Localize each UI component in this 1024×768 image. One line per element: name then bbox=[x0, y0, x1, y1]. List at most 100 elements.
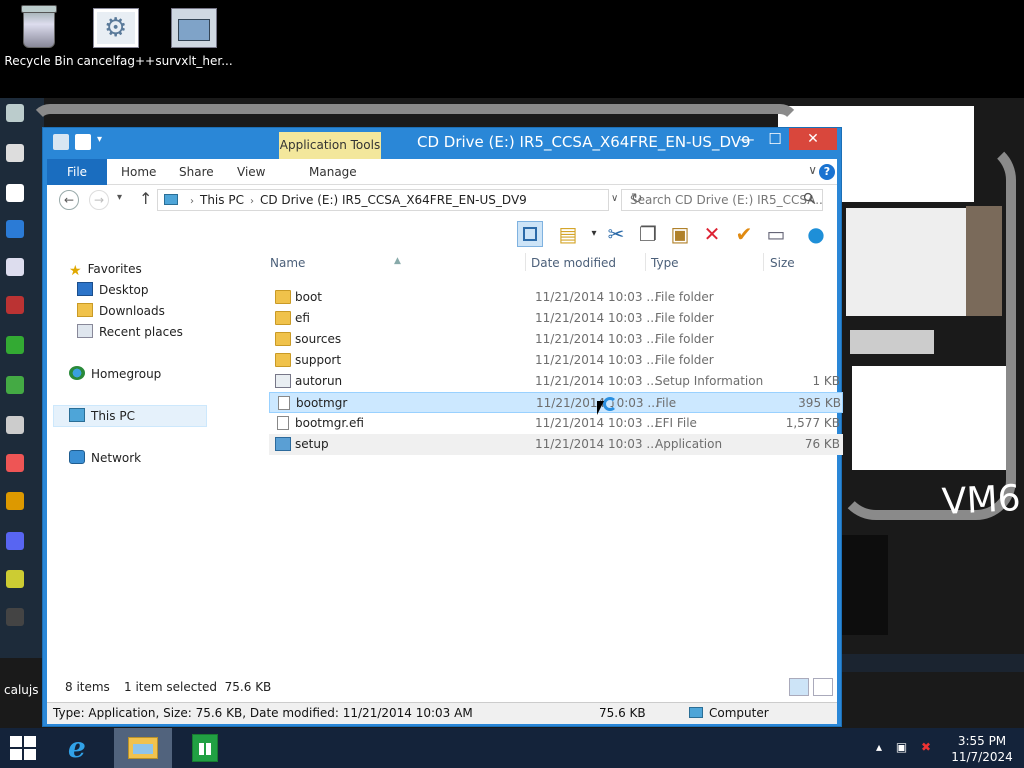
column-header-size[interactable]: Size bbox=[770, 251, 795, 275]
cut-icon[interactable]: ✂ bbox=[603, 221, 629, 247]
forward-button[interactable]: → bbox=[89, 190, 109, 210]
sort-ascending-icon: ▲ bbox=[394, 256, 401, 266]
file-row[interactable]: autorun 11/21/2014 10:03 ... Setup Infor… bbox=[269, 371, 843, 392]
customize-chevron-icon[interactable]: ▾ bbox=[97, 134, 113, 150]
tab-manage[interactable]: Manage bbox=[309, 159, 357, 185]
file-row-selected[interactable]: setup 11/21/2014 10:03 ... Application 7… bbox=[269, 434, 843, 455]
folder-options-icon[interactable]: ▤ bbox=[555, 221, 581, 247]
nav-downloads[interactable]: Downloads bbox=[77, 301, 165, 321]
file-row-hovered[interactable]: bootmgr 11/21/2014 10:03 ... File 395 KB bbox=[269, 392, 843, 413]
copy-icon[interactable]: ❐ bbox=[635, 221, 661, 247]
column-header-name[interactable]: Name ▲ bbox=[270, 251, 401, 275]
tab-home[interactable]: Home bbox=[121, 159, 156, 185]
file-row[interactable]: efi 11/21/2014 10:03 ... File folder bbox=[269, 308, 843, 329]
rename-icon[interactable]: ▭ bbox=[763, 221, 789, 247]
start-button[interactable] bbox=[10, 736, 38, 760]
nav-network[interactable]: Network bbox=[69, 448, 141, 468]
background-icon bbox=[6, 570, 24, 588]
breadcrumb-this-pc[interactable]: This PC bbox=[200, 193, 244, 207]
nav-recent-places[interactable]: Recent places bbox=[77, 322, 183, 342]
delete-icon[interactable]: ✕ bbox=[699, 221, 725, 247]
breadcrumb-separator: › bbox=[249, 196, 254, 207]
nav-this-pc[interactable]: This PC bbox=[69, 406, 135, 426]
checkmark-icon[interactable]: ✔ bbox=[731, 221, 757, 247]
tab-view[interactable]: View bbox=[237, 159, 265, 185]
homegroup-icon bbox=[69, 366, 85, 380]
downloads-icon bbox=[77, 303, 93, 317]
large-icons-view-icon[interactable] bbox=[813, 678, 833, 696]
location-label: Computer bbox=[709, 706, 769, 720]
recent-locations-chevron-icon[interactable]: ▾ bbox=[117, 192, 122, 203]
column-divider[interactable] bbox=[645, 253, 646, 271]
star-icon: ★ bbox=[69, 263, 82, 279]
file-row[interactable]: support 11/21/2014 10:03 ... File folder bbox=[269, 350, 843, 371]
file-type: Application bbox=[655, 437, 723, 451]
expand-ribbon-chevron-icon[interactable]: ∨ bbox=[808, 163, 817, 177]
file-date: 11/21/2014 10:03 ... bbox=[535, 332, 658, 346]
details-view-icon[interactable] bbox=[789, 678, 809, 696]
column-header-type[interactable]: Type bbox=[651, 251, 679, 275]
breadcrumb-cd-drive[interactable]: CD Drive (E:) IR5_CCSA_X64FRE_EN-US_DV9 bbox=[260, 193, 527, 207]
busy-spinner-icon bbox=[603, 397, 617, 411]
column-header-date[interactable]: Date modified bbox=[531, 251, 616, 275]
background-icon bbox=[6, 608, 24, 626]
help-icon[interactable]: ? bbox=[819, 164, 835, 180]
file-row[interactable]: sources 11/21/2014 10:03 ... File folder bbox=[269, 329, 843, 350]
taskbar-store[interactable] bbox=[176, 728, 234, 768]
address-bar-row: ← → ▾ ↑ › This PC › CD Drive (E:) IR5_CCSA_… bbox=[47, 185, 837, 217]
search-input[interactable]: Search CD Drive (E:) IR5_CCSA... bbox=[621, 189, 823, 211]
recycle-bin-image bbox=[21, 5, 57, 48]
nav-homegroup[interactable]: Homegroup bbox=[69, 364, 161, 384]
show-hidden-icons-chevron-icon[interactable]: ▴ bbox=[876, 740, 882, 754]
back-button[interactable]: ← bbox=[59, 190, 79, 210]
status-bar: 8 items 1 item selected 75.6 KB bbox=[47, 674, 837, 702]
close-button[interactable]: ✕ bbox=[789, 128, 837, 150]
address-history-chevron-icon[interactable]: ∨ bbox=[611, 193, 618, 204]
file-explorer-window: ▾ Application Tools CD Drive (E:) IR5_CC… bbox=[42, 127, 843, 727]
ribbon-tabs: File Home Share View Manage ∨ ? bbox=[47, 159, 837, 185]
address-bar[interactable]: › This PC › CD Drive (E:) IR5_CCSA_X64FRE_E… bbox=[157, 189, 609, 211]
desktop-shortcut-icon[interactable]: cancelfag++ bbox=[74, 8, 158, 68]
volume-muted-icon[interactable]: ✖ bbox=[921, 740, 931, 754]
file-type: Setup Information bbox=[655, 374, 764, 388]
file-name: efi bbox=[295, 311, 310, 325]
column-divider[interactable] bbox=[763, 253, 764, 271]
properties-icon[interactable] bbox=[53, 134, 69, 150]
preview-pane-icon[interactable] bbox=[517, 221, 543, 247]
taskbar-file-explorer[interactable] bbox=[114, 728, 172, 768]
clock-time: 3:55 PM bbox=[957, 734, 1007, 748]
column-divider[interactable] bbox=[525, 253, 526, 271]
background-icon bbox=[6, 416, 24, 434]
file-name: autorun bbox=[295, 374, 343, 388]
background-taskbar bbox=[842, 654, 1024, 672]
mouse-cursor-icon bbox=[597, 401, 604, 415]
clock-date: 11/7/2024 bbox=[951, 750, 1013, 764]
new-folder-icon[interactable] bbox=[75, 134, 91, 150]
file-date: 11/21/2014 10:03 ... bbox=[535, 290, 658, 304]
tab-share[interactable]: Share bbox=[179, 159, 214, 185]
minimize-button[interactable]: — bbox=[733, 128, 761, 150]
desktop-shortcut-icon[interactable]: survxlt_her... bbox=[152, 8, 236, 68]
up-arrow-icon[interactable]: ↑ bbox=[139, 189, 152, 208]
folder-icon bbox=[275, 290, 291, 304]
file-type: File folder bbox=[655, 353, 714, 367]
file-row[interactable]: bootmgr.efi 11/21/2014 10:03 ... EFI Fil… bbox=[269, 413, 843, 434]
file-name: sources bbox=[295, 332, 342, 346]
tab-file[interactable]: File bbox=[47, 159, 107, 185]
title-bar[interactable]: ▾ Application Tools CD Drive (E:) IR5_CC… bbox=[43, 128, 841, 159]
network-status-icon[interactable]: ▣ bbox=[896, 740, 907, 754]
globe-icon[interactable]: ● bbox=[803, 221, 829, 247]
clock[interactable]: 3:55 PM 11/7/2024 bbox=[950, 733, 1014, 765]
recycle-bin-icon[interactable]: Recycle Bin bbox=[0, 5, 81, 68]
nav-favorites[interactable]: ★ Favorites bbox=[69, 259, 142, 279]
taskbar-internet-explorer[interactable]: e bbox=[52, 728, 110, 768]
windows-logo-pane bbox=[10, 736, 22, 747]
file-row[interactable]: boot 11/21/2014 10:03 ... File folder bbox=[269, 287, 843, 308]
background-icon bbox=[6, 376, 24, 394]
file-explorer-icon bbox=[128, 737, 158, 759]
desktop-icon-label: cancelfag++ bbox=[76, 54, 156, 68]
nav-desktop[interactable]: Desktop bbox=[77, 280, 149, 300]
paste-icon[interactable]: ▣ bbox=[667, 221, 693, 247]
search-icon[interactable] bbox=[803, 192, 815, 204]
maximize-button[interactable]: ☐ bbox=[761, 128, 789, 150]
